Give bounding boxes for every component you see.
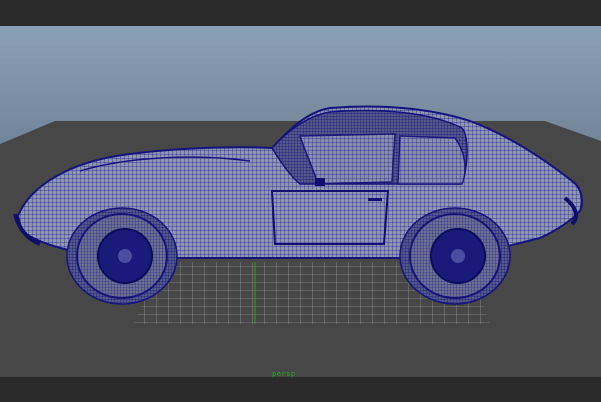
- side-mirror: [315, 178, 325, 186]
- viewport-top-letterbox: [0, 0, 601, 26]
- view-axis-label: persp: [272, 370, 296, 378]
- front-wheel: [76, 213, 168, 299]
- viewport-bottom-letterbox: [0, 377, 601, 402]
- rear-wheel: [409, 213, 501, 299]
- viewport-canvas[interactable]: [0, 26, 601, 377]
- rear-window: [397, 135, 466, 185]
- 3d-viewport[interactable]: [0, 26, 601, 377]
- door-handle: [368, 198, 382, 201]
